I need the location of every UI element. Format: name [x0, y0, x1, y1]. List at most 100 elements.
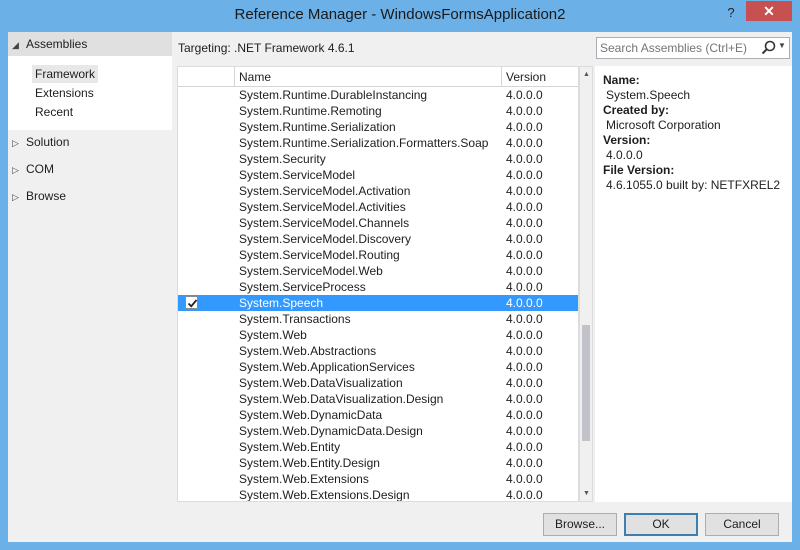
nav-group-label: Solution: [26, 135, 70, 149]
table-row[interactable]: System.Runtime.DurableInstancing 4.0.0.0: [178, 87, 578, 103]
table-row[interactable]: System.ServiceModel.Activation 4.0.0.0: [178, 183, 578, 199]
row-version: 4.0.0.0: [506, 488, 543, 502]
table-row[interactable]: System.Web.Extensions.Design 4.0.0.0: [178, 487, 578, 502]
row-checkbox-cell[interactable]: [178, 471, 238, 487]
checkbox-checked-icon[interactable]: [185, 296, 198, 309]
row-checkbox-cell[interactable]: [178, 231, 238, 247]
row-checkbox-cell[interactable]: [178, 343, 238, 359]
row-version: 4.0.0.0: [506, 456, 543, 470]
close-button[interactable]: ✕: [746, 1, 792, 21]
row-checkbox-cell[interactable]: [178, 215, 238, 231]
table-row[interactable]: System.Web.Abstractions 4.0.0.0: [178, 343, 578, 359]
table-row[interactable]: System.Web 4.0.0.0: [178, 327, 578, 343]
row-assembly-name: System.Runtime.Remoting: [239, 104, 382, 118]
row-assembly-name: System.ServiceModel.Activities: [239, 200, 406, 214]
row-assembly-name: System.Runtime.Serialization: [239, 120, 396, 134]
row-checkbox-cell[interactable]: [178, 295, 238, 311]
search-icon[interactable]: [761, 39, 777, 57]
row-checkbox-cell[interactable]: [178, 183, 238, 199]
cancel-button[interactable]: Cancel: [705, 513, 779, 536]
table-row[interactable]: System.Transactions 4.0.0.0: [178, 311, 578, 327]
row-checkbox-cell[interactable]: [178, 87, 238, 103]
details-pane: Name: System.Speech Created by: Microsof…: [595, 66, 792, 502]
scroll-thumb[interactable]: [582, 325, 590, 441]
scroll-up-arrow-icon[interactable]: ▲: [583, 71, 590, 78]
row-checkbox-cell[interactable]: [178, 151, 238, 167]
category-nav: ◢ Assemblies Framework Extensions Recent …: [8, 32, 172, 510]
row-assembly-name: System.Web.Extensions.Design: [239, 488, 410, 502]
row-checkbox-cell[interactable]: [178, 279, 238, 295]
table-row[interactable]: System.Web.Entity.Design 4.0.0.0: [178, 455, 578, 471]
browse-button[interactable]: Browse...: [543, 513, 617, 536]
scroll-down-arrow-icon[interactable]: ▼: [583, 490, 590, 497]
row-checkbox-cell[interactable]: [178, 327, 238, 343]
table-row[interactable]: System.ServiceModel.Activities 4.0.0.0: [178, 199, 578, 215]
row-assembly-name: System.Runtime.DurableInstancing: [239, 88, 428, 102]
row-checkbox-cell[interactable]: [178, 423, 238, 439]
grid-header: Name Version: [178, 67, 578, 87]
row-version: 4.0.0.0: [506, 264, 543, 278]
row-assembly-name: System.Web.Entity: [239, 440, 341, 454]
ok-button[interactable]: OK: [624, 513, 698, 536]
nav-group-assemblies[interactable]: ◢ Assemblies: [8, 32, 172, 56]
nav-group-browse[interactable]: ▷ Browse: [8, 184, 172, 208]
nav-item-extensions[interactable]: Extensions: [32, 84, 97, 102]
table-row[interactable]: System.Web.DynamicData 4.0.0.0: [178, 407, 578, 423]
search-box[interactable]: ▼: [596, 37, 790, 59]
table-row[interactable]: System.Web.DynamicData.Design 4.0.0.0: [178, 423, 578, 439]
row-checkbox-cell[interactable]: [178, 199, 238, 215]
vertical-scrollbar[interactable]: ▲ ▼: [579, 66, 593, 502]
row-checkbox-cell[interactable]: [178, 391, 238, 407]
row-checkbox-cell[interactable]: [178, 455, 238, 471]
table-row[interactable]: System.ServiceProcess 4.0.0.0: [178, 279, 578, 295]
row-checkbox-cell[interactable]: [178, 263, 238, 279]
help-button[interactable]: ?: [720, 3, 742, 23]
nav-group-solution[interactable]: ▷ Solution: [8, 130, 172, 154]
column-header-version[interactable]: Version: [502, 67, 578, 87]
row-checkbox-cell[interactable]: [178, 439, 238, 455]
table-row[interactable]: System.ServiceModel 4.0.0.0: [178, 167, 578, 183]
row-assembly-name: System.ServiceModel.Channels: [239, 216, 410, 230]
search-input[interactable]: [600, 40, 760, 56]
row-checkbox-cell[interactable]: [178, 407, 238, 423]
row-checkbox-cell[interactable]: [178, 247, 238, 263]
row-checkbox-cell[interactable]: [178, 119, 238, 135]
dialog-client-area: ◢ Assemblies Framework Extensions Recent …: [8, 32, 792, 542]
grid-rows: System.Runtime.DurableInstancing 4.0.0.0 S…: [178, 87, 578, 501]
table-row[interactable]: System.Web.ApplicationServices 4.0.0.0: [178, 359, 578, 375]
row-checkbox-cell[interactable]: [178, 311, 238, 327]
chevron-down-icon[interactable]: ▼: [778, 41, 786, 50]
table-row[interactable]: System.ServiceModel.Web 4.0.0.0: [178, 263, 578, 279]
collapsed-arrow-icon: ▷: [12, 138, 19, 148]
row-assembly-name: System.Runtime.Serialization.Formatters.…: [239, 136, 489, 150]
table-row[interactable]: System.Web.Entity 4.0.0.0: [178, 439, 578, 455]
table-row[interactable]: System.Web.DataVisualization 4.0.0.0: [178, 375, 578, 391]
table-row[interactable]: System.ServiceModel.Routing 4.0.0.0: [178, 247, 578, 263]
row-checkbox-cell[interactable]: [178, 167, 238, 183]
nav-item-recent[interactable]: Recent: [32, 103, 76, 121]
detail-file-version-value: 4.6.1055.0 built by: NETFXREL2: [606, 178, 781, 192]
assemblies-grid: Name Version System.Runtime.DurableInsta…: [177, 66, 579, 502]
table-row[interactable]: System.ServiceModel.Channels 4.0.0.0: [178, 215, 578, 231]
row-checkbox-cell[interactable]: [178, 375, 238, 391]
row-assembly-name: System.ServiceProcess: [239, 280, 366, 294]
column-header-name[interactable]: Name: [235, 67, 502, 87]
row-checkbox-cell[interactable]: [178, 487, 238, 501]
table-row[interactable]: System.Web.DataVisualization.Design 4.0.0…: [178, 391, 578, 407]
row-version: 4.0.0.0: [506, 424, 543, 438]
table-row[interactable]: System.Runtime.Serialization 4.0.0.0: [178, 119, 578, 135]
table-row[interactable]: System.Web.Extensions 4.0.0.0: [178, 471, 578, 487]
nav-group-com[interactable]: ▷ COM: [8, 157, 172, 181]
table-row[interactable]: System.ServiceModel.Discovery 4.0.0.0: [178, 231, 578, 247]
table-row[interactable]: System.Speech 4.0.0.0: [178, 295, 578, 311]
row-checkbox-cell[interactable]: [178, 135, 238, 151]
row-checkbox-cell[interactable]: [178, 103, 238, 119]
row-checkbox-cell[interactable]: [178, 359, 238, 375]
table-row[interactable]: System.Security 4.0.0.0: [178, 151, 578, 167]
column-header-check[interactable]: [178, 67, 235, 87]
row-version: 4.0.0.0: [506, 248, 543, 262]
table-row[interactable]: System.Runtime.Serialization.Formatters.…: [178, 135, 578, 151]
nav-item-framework[interactable]: Framework: [32, 65, 99, 83]
title-bar: Reference Manager - WindowsFormsApplicat…: [0, 0, 800, 32]
table-row[interactable]: System.Runtime.Remoting 4.0.0.0: [178, 103, 578, 119]
